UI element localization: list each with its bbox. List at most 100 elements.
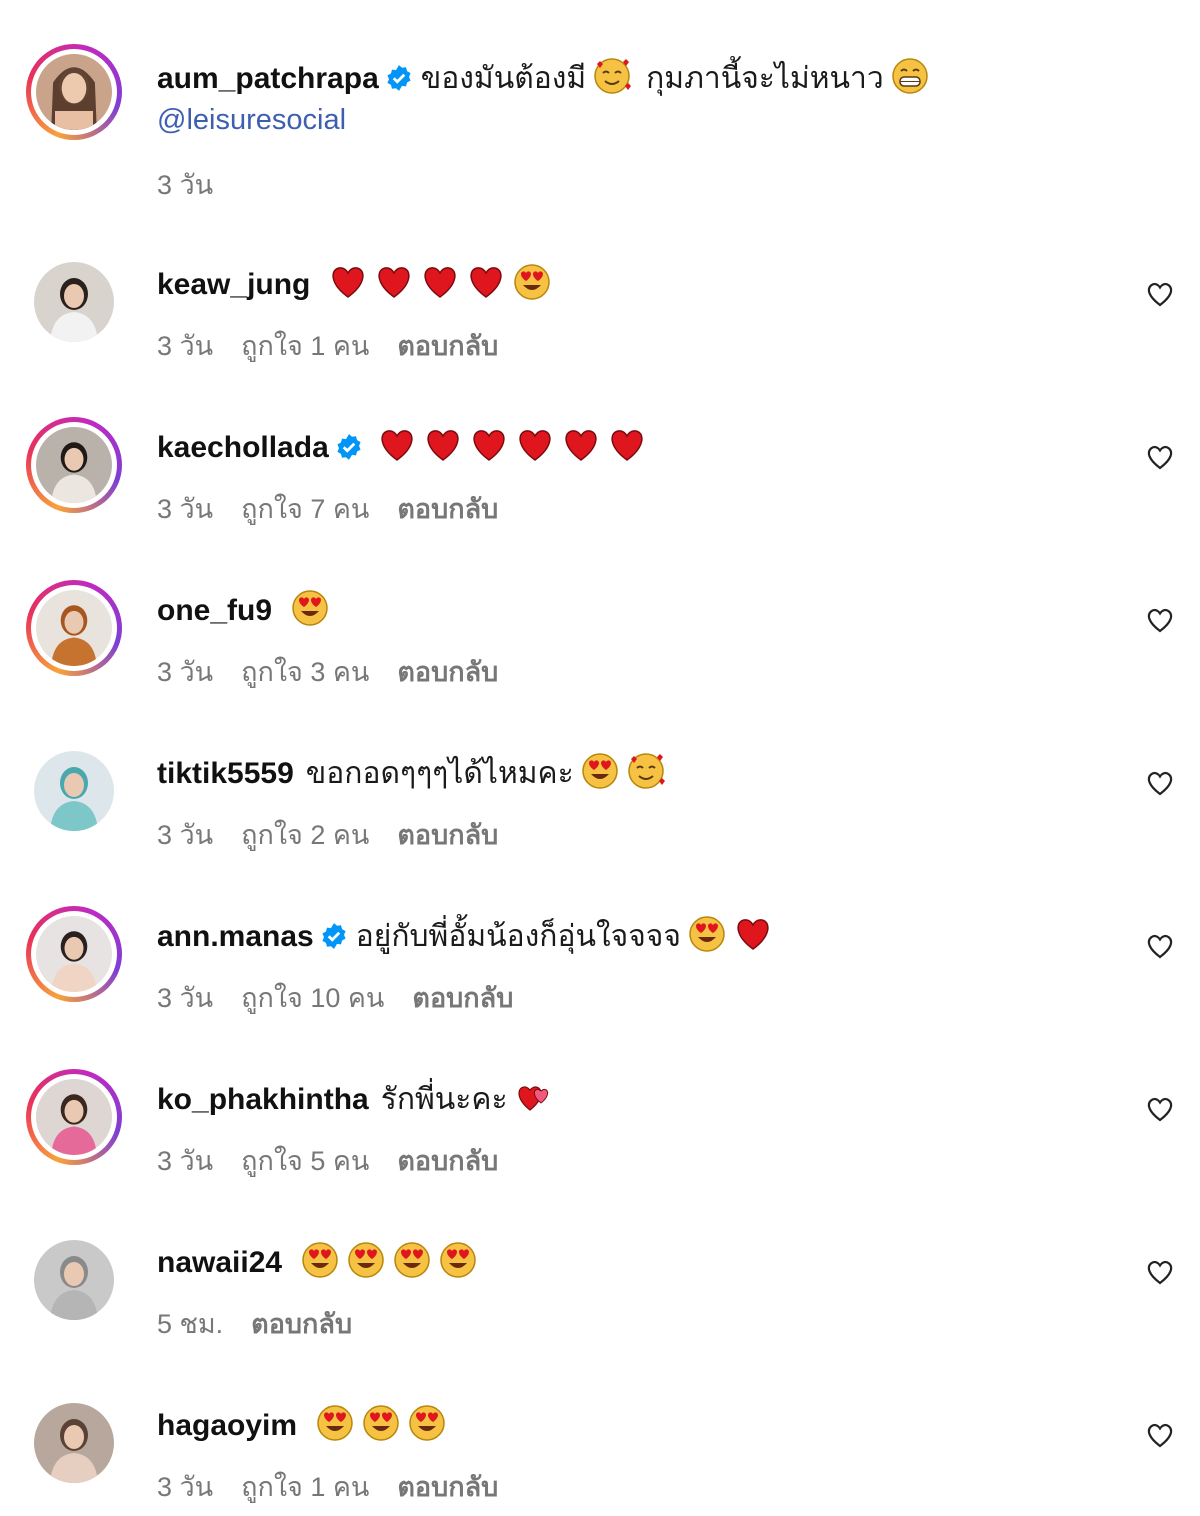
comment-meta: 3 วัน ถูกใจ 2 คน ตอบกลับ xyxy=(157,813,526,856)
caption-line: aum_patchrapa ของมันต้องมี กุมภานี้จะไม่หน… xyxy=(157,56,930,99)
avatar[interactable] xyxy=(26,417,122,513)
avatar[interactable] xyxy=(26,580,122,676)
reply-button[interactable]: ตอบกลับ xyxy=(397,820,498,850)
avatar-image xyxy=(36,54,112,130)
comment-line: hagaoyim xyxy=(157,1403,447,1446)
smiling-hearts-emoji-icon xyxy=(626,751,666,791)
mention-link[interactable]: @leisuresocial xyxy=(157,104,346,137)
like-heart-icon[interactable] xyxy=(1145,932,1175,960)
comment-line: nawaii24 xyxy=(157,1240,478,1283)
two-hearts-emoji-icon xyxy=(514,1077,554,1117)
avatar[interactable] xyxy=(26,906,122,1002)
heart-emoji-icon xyxy=(420,262,460,302)
like-count[interactable]: ถูกใจ 2 คน xyxy=(241,820,369,850)
comment-text: อยู่กับพี่อั้มน้องก็อุ่นใจจจจ xyxy=(355,920,681,953)
reply-button[interactable]: ตอบกลับ xyxy=(397,331,498,361)
comment-meta: 5 ชม. ตอบกลับ xyxy=(157,1302,380,1345)
heart-eyes-emoji-icon xyxy=(346,1240,386,1280)
like-heart-icon[interactable] xyxy=(1145,1258,1175,1286)
like-heart-icon[interactable] xyxy=(1145,1095,1175,1123)
comment-meta: 3 วัน ถูกใจ 1 คน ตอบกลับ xyxy=(157,1465,526,1508)
avatar[interactable] xyxy=(26,743,122,839)
heart-eyes-emoji-icon xyxy=(580,751,620,791)
like-count[interactable]: ถูกใจ 5 คน xyxy=(241,1146,369,1176)
heart-emoji-icon xyxy=(607,425,647,465)
reply-button[interactable]: ตอบกลับ xyxy=(412,983,513,1013)
grinning-emoji-icon xyxy=(890,56,930,96)
reply-button[interactable]: ตอบกลับ xyxy=(397,657,498,687)
like-count[interactable]: ถูกใจ 7 คน xyxy=(241,494,369,524)
comment-meta: 3 วัน ถูกใจ 1 คน ตอบกลับ xyxy=(157,324,526,367)
timestamp: 3 วัน xyxy=(157,983,214,1013)
comment-line: keaw_jung xyxy=(157,262,552,305)
reply-button[interactable]: ตอบกลับ xyxy=(397,494,498,524)
comment-meta: 3 วัน ถูกใจ 3 คน ตอบกลับ xyxy=(157,650,526,693)
avatar[interactable] xyxy=(26,44,122,140)
username[interactable]: one_fu9 xyxy=(157,594,272,627)
like-count[interactable]: ถูกใจ 1 คน xyxy=(241,1472,369,1502)
verified-icon xyxy=(320,921,348,949)
heart-eyes-emoji-icon xyxy=(438,1240,478,1280)
username[interactable]: aum_patchrapa xyxy=(157,62,379,95)
verified-icon xyxy=(335,432,363,460)
heart-emoji-icon xyxy=(733,914,773,954)
heart-eyes-emoji-icon xyxy=(392,1240,432,1280)
avatar[interactable] xyxy=(26,1069,122,1165)
like-count[interactable]: ถูกใจ 3 คน xyxy=(241,657,369,687)
like-heart-icon[interactable] xyxy=(1145,443,1175,471)
timestamp: 3 วัน xyxy=(157,1146,214,1176)
avatar[interactable] xyxy=(26,1395,122,1491)
heart-emoji-icon xyxy=(561,425,601,465)
comment-line: ann.manas อยู่กับพี่อั้มน้องก็อุ่นใจจจจ xyxy=(157,914,773,957)
reply-button[interactable]: ตอบกลับ xyxy=(397,1146,498,1176)
username[interactable]: tiktik5559 xyxy=(157,757,294,790)
avatar-image xyxy=(34,1240,114,1320)
heart-emoji-icon xyxy=(374,262,414,302)
comment-line: tiktik5559 ขอกอดๆๆๆได้ไหมคะ xyxy=(157,751,666,794)
heart-emoji-icon xyxy=(423,425,463,465)
avatar-image xyxy=(36,590,112,666)
heart-eyes-emoji-icon xyxy=(512,262,552,302)
comment-line: one_fu9 xyxy=(157,588,330,631)
comment-text: รักพี่นะคะ xyxy=(380,1083,508,1116)
timestamp: 3 วัน xyxy=(157,1472,214,1502)
heart-eyes-emoji-icon xyxy=(407,1403,447,1443)
like-count[interactable]: ถูกใจ 1 คน xyxy=(241,331,369,361)
reply-button[interactable]: ตอบกลับ xyxy=(251,1309,352,1339)
heart-emoji-icon xyxy=(466,262,506,302)
comment-meta: 3 วัน ถูกใจ 5 คน ตอบกลับ xyxy=(157,1139,526,1182)
username[interactable]: keaw_jung xyxy=(157,268,310,301)
username[interactable]: ann.manas xyxy=(157,920,314,953)
avatar-image xyxy=(36,427,112,503)
like-heart-icon[interactable] xyxy=(1145,606,1175,634)
username[interactable]: kaechollada xyxy=(157,431,329,464)
reply-button[interactable]: ตอบกลับ xyxy=(397,1472,498,1502)
avatar-image xyxy=(36,1079,112,1155)
username[interactable]: ko_phakhintha xyxy=(157,1083,369,1116)
username[interactable]: hagaoyim xyxy=(157,1409,297,1442)
username[interactable]: nawaii24 xyxy=(157,1246,282,1279)
avatar-image xyxy=(34,751,114,831)
like-heart-icon[interactable] xyxy=(1145,280,1175,308)
heart-emoji-icon xyxy=(328,262,368,302)
timestamp: 3 วัน xyxy=(157,170,214,200)
like-heart-icon[interactable] xyxy=(1145,769,1175,797)
comment-meta: 3 วัน ถูกใจ 7 คน ตอบกลับ xyxy=(157,487,526,530)
avatar[interactable] xyxy=(26,254,122,350)
verified-icon xyxy=(385,63,413,91)
avatar[interactable] xyxy=(26,1232,122,1328)
heart-eyes-emoji-icon xyxy=(687,914,727,954)
avatar-image xyxy=(34,262,114,342)
caption-text-a: ของมันต้องมี xyxy=(420,62,587,95)
like-count[interactable]: ถูกใจ 10 คน xyxy=(241,983,384,1013)
comment-line: kaechollada xyxy=(157,425,647,468)
like-heart-icon[interactable] xyxy=(1145,1421,1175,1449)
timestamp: 3 วัน xyxy=(157,820,214,850)
comment-text: ขอกอดๆๆๆได้ไหมคะ xyxy=(305,757,574,790)
timestamp: 3 วัน xyxy=(157,331,214,361)
comment-meta: 3 วัน ถูกใจ 10 คน ตอบกลับ xyxy=(157,976,541,1019)
heart-emoji-icon xyxy=(515,425,555,465)
avatar-image xyxy=(36,916,112,992)
heart-eyes-emoji-icon xyxy=(290,588,330,628)
comment-line: ko_phakhintha รักพี่นะคะ xyxy=(157,1077,554,1120)
